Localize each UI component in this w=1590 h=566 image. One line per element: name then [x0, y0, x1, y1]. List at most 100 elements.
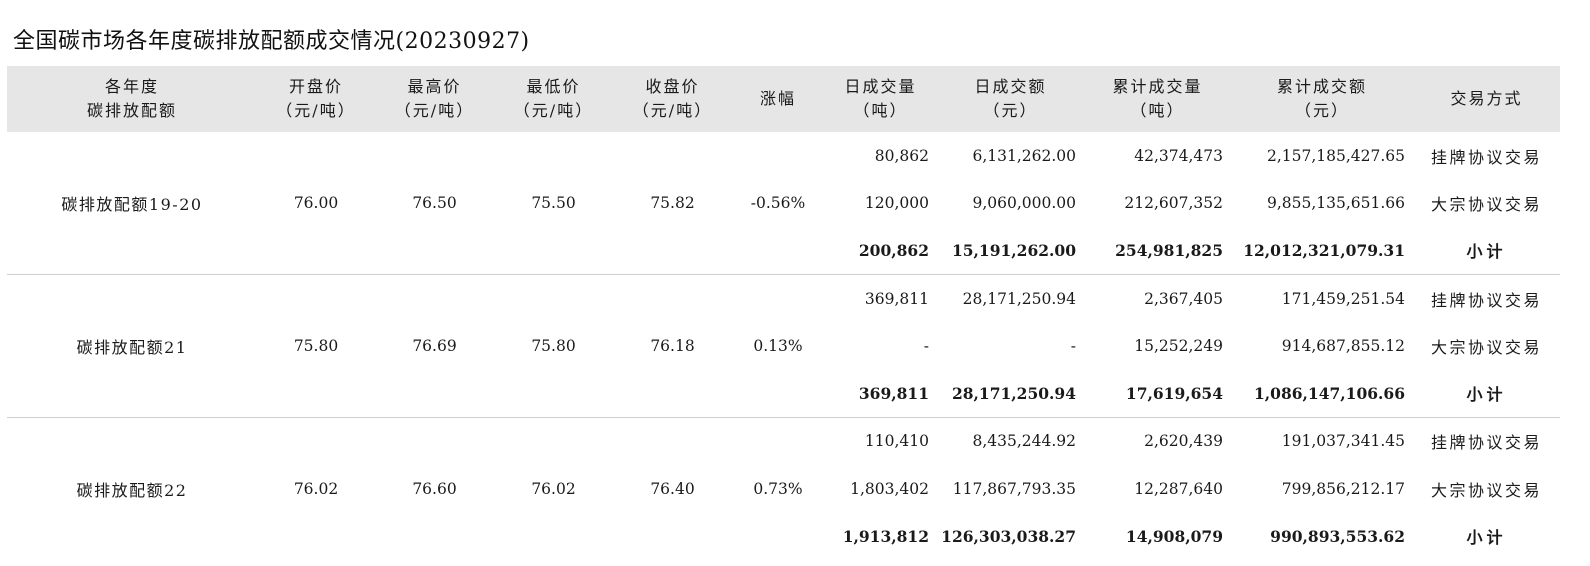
cum-volume-cell: 2,367,405: [1144, 289, 1223, 308]
header-line: （吨）: [853, 101, 908, 120]
open-price-cell: 76.02: [293, 479, 339, 498]
header-row: 各年度碳排放配额 开盘价 （元/吨） 最高价 （元/吨） 最低价 （元/吨） 收盘价 （元/吨）…: [7, 66, 1560, 132]
daily-amount-cell: 28,171,250.94: [937, 369, 1084, 418]
daily-amount-cell: 9,060,000.00: [972, 193, 1076, 212]
header-line: 各年度: [104, 77, 159, 96]
daily-amount-cell: -: [1070, 336, 1076, 355]
col-header-trade-mode: 交易方式: [1413, 66, 1560, 132]
cum-volume-cell: 254,981,825: [1084, 226, 1231, 275]
col-header-close-price: 收盘价 （元/吨）: [613, 66, 732, 132]
trade-mode-cell: 小计: [1413, 226, 1560, 275]
daily-amount-cell: 15,191,262.00: [937, 226, 1084, 275]
change-cell: 0.73%: [753, 479, 803, 498]
daily-volume-cell: 369,811: [824, 369, 937, 418]
col-header-year-allowance: 各年度 碳排放配额: [7, 66, 257, 132]
cum-volume-cell: 14,908,079: [1125, 526, 1223, 546]
header-line: 最高价: [407, 77, 462, 96]
trade-mode-cell: 大宗协议交易: [1430, 480, 1542, 500]
daily-volume-cell: -: [923, 336, 929, 355]
cum-amount-cell: 12,012,321,079.31: [1231, 226, 1413, 275]
cum-volume-cell: 212,607,352: [1124, 193, 1223, 212]
daily-volume-cell: 80,862: [874, 146, 929, 165]
high-price-cell: 76.60: [412, 479, 457, 498]
change-cell: -0.56%: [732, 132, 824, 275]
col-header-change: 涨幅: [732, 66, 824, 132]
col-header-high-price: 最高价 （元/吨）: [375, 66, 494, 132]
allowance-name-cell: 碳排放配额22: [76, 480, 188, 500]
daily-amount-cell: 8,435,244.92: [972, 432, 1076, 451]
open-price-cell: 76.00: [257, 132, 375, 275]
cum-amount-cell: 191,037,341.45: [1281, 432, 1405, 451]
trade-mode-cell: 挂牌协议交易: [1430, 147, 1542, 167]
header-line: 涨幅: [759, 89, 796, 108]
trade-mode-cell: 大宗协议交易: [1430, 337, 1542, 357]
trade-mode-cell: 大宗协议交易: [1430, 194, 1542, 214]
col-header-daily-amount: 日成交额 （元）: [937, 66, 1084, 132]
header-line: （吨）: [1130, 101, 1185, 120]
table-header: 各年度碳排放配额 开盘价 （元/吨） 最高价 （元/吨） 最低价 （元/吨） 收盘价 （元/吨）…: [7, 66, 1560, 132]
header-line: 交易方式: [1450, 89, 1523, 108]
col-header-open-price: 开盘价 （元/吨）: [257, 66, 375, 132]
high-price-cell: 76.50: [375, 132, 494, 275]
header-line: 最低价: [526, 77, 581, 96]
table-row: 碳排放配额22 76.02 76.60 76.02 76.40 0.73% 110,410 8…: [7, 417, 1560, 499]
daily-volume-cell: 200,862: [824, 226, 937, 275]
table-body: 碳排放配额19-20 76.00 76.50 75.50 75.82 -0.56% 80,8…: [7, 132, 1560, 560]
header-line: （元/吨）: [632, 101, 713, 120]
header-line: （元/吨）: [513, 101, 594, 120]
header-line: （元/吨）: [394, 101, 475, 120]
cum-amount-cell: 990,893,553.62: [1270, 526, 1405, 546]
col-header-cum-volume: 累计成交量 （吨）: [1084, 66, 1231, 132]
cum-amount-cell: 1,086,147,106.66: [1231, 369, 1413, 418]
allowance-name-cell: 碳排放配额21: [7, 274, 257, 418]
low-price-cell: 75.80: [494, 274, 613, 418]
open-price-cell: 75.80: [257, 274, 375, 418]
cum-amount-cell: 799,856,212.17: [1281, 479, 1405, 498]
cum-volume-cell: 12,287,640: [1134, 479, 1223, 498]
header-line: 日成交量: [844, 77, 917, 96]
close-price-cell: 75.82: [613, 132, 732, 275]
daily-volume-cell: 1,803,402: [850, 479, 929, 498]
cum-volume-cell: 42,374,473: [1134, 146, 1223, 165]
trade-mode-cell: 挂牌协议交易: [1430, 433, 1542, 453]
daily-amount-cell: 126,303,038.27: [941, 526, 1076, 546]
cum-volume-cell: 2,620,439: [1144, 432, 1223, 451]
daily-volume-cell: 1,913,812: [842, 526, 929, 546]
header-line: （元）: [983, 101, 1038, 120]
header-line: （元）: [1294, 101, 1349, 120]
allowance-name-cell: 碳排放配额19-20: [7, 132, 257, 275]
cum-amount-cell: 914,687,855.12: [1281, 336, 1405, 355]
change-cell: 0.13%: [732, 274, 824, 418]
allowance-trading-table: 各年度碳排放配额 开盘价 （元/吨） 最高价 （元/吨） 最低价 （元/吨） 收盘价 （元/吨）…: [7, 66, 1560, 560]
high-price-cell: 76.69: [375, 274, 494, 418]
daily-amount-cell: 117,867,793.35: [952, 479, 1076, 498]
daily-volume-cell: 110,410: [864, 432, 929, 451]
header-line: 累计成交额: [1276, 77, 1367, 96]
page: 全国碳市场各年度碳排放配额成交情况(20230927) 各年度碳排放配额 开盘价 （…: [0, 0, 1590, 566]
col-header-daily-volume: 日成交量 （吨）: [824, 66, 937, 132]
trade-mode-cell: 小计: [1413, 369, 1560, 418]
table-row: 碳排放配额21 75.80 76.69 75.80 76.18 0.13% 369,811 2…: [7, 274, 1560, 418]
cum-volume-cell: 15,252,249: [1134, 336, 1223, 355]
cum-amount-cell: 9,855,135,651.66: [1266, 193, 1405, 212]
cum-amount-cell: 171,459,251.54: [1281, 289, 1405, 308]
cum-volume-cell: 17,619,654: [1084, 369, 1231, 418]
header-line: 日成交额: [974, 77, 1047, 96]
header-line: 开盘价: [288, 77, 343, 96]
col-header-low-price: 最低价 （元/吨）: [494, 66, 613, 132]
cum-amount-cell: 2,157,185,427.65: [1266, 146, 1405, 165]
page-title: 全国碳市场各年度碳排放配额成交情况(20230927): [13, 29, 530, 54]
header-line: （元/吨）: [276, 101, 356, 120]
header-line: 收盘价: [645, 77, 700, 96]
close-price-cell: 76.40: [650, 479, 695, 498]
daily-amount-cell: 6,131,262.00: [972, 146, 1076, 165]
daily-volume-cell: 120,000: [864, 193, 929, 212]
trade-mode-cell: 小计: [1466, 528, 1507, 548]
low-price-cell: 76.02: [531, 479, 576, 498]
low-price-cell: 75.50: [494, 132, 613, 275]
trade-mode-cell: 挂牌协议交易: [1430, 290, 1542, 310]
header-line: 碳排放配额: [86, 101, 177, 120]
daily-volume-cell: 369,811: [864, 289, 929, 308]
close-price-cell: 76.18: [613, 274, 732, 418]
daily-amount-cell: 28,171,250.94: [962, 289, 1076, 308]
